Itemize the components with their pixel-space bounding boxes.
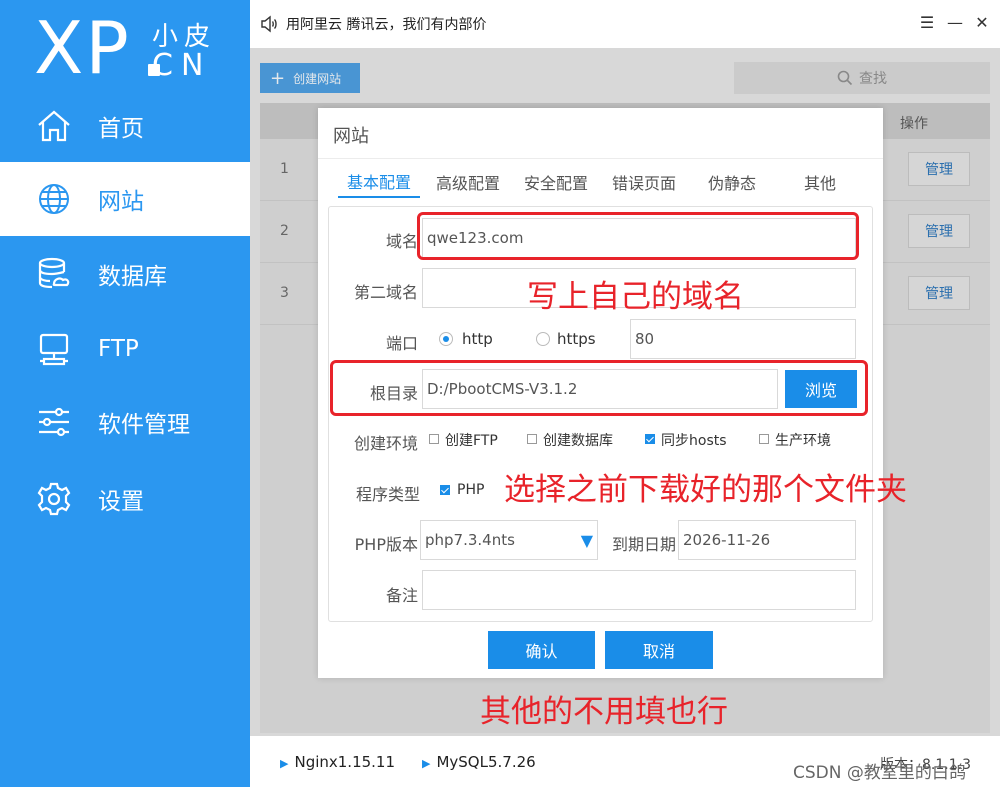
title-bar: 用阿里云 腾讯云，我们有内部价 ☰ — ✕ xyxy=(250,0,1000,48)
expire-date-input[interactable]: 2026-11-26 xyxy=(678,520,856,560)
manage-button[interactable]: 管理 xyxy=(908,276,970,310)
domain-highlight-box xyxy=(417,212,859,260)
sidebar-item-label: 设置 xyxy=(98,489,144,515)
tab-security-config[interactable]: 安全配置 xyxy=(514,166,598,198)
production-env-checkbox[interactable] xyxy=(759,434,769,444)
cancel-button[interactable]: 取消 xyxy=(605,631,713,669)
globe-icon xyxy=(39,184,69,214)
domain-label: 域名 xyxy=(385,232,418,251)
sidebar-item-label: FTP xyxy=(98,336,139,362)
sidebar-item-website[interactable]: 网站 xyxy=(0,162,250,236)
sidebar: XP 小皮 CN 首页 网站 数据库 FTP 软件管理 设置 xyxy=(0,0,250,787)
sync-hosts-checkbox[interactable] xyxy=(645,434,655,444)
https-radio[interactable] xyxy=(536,332,550,346)
sidebar-item-label: 首页 xyxy=(98,116,144,142)
create-website-button[interactable]: + 创建网站 xyxy=(260,63,360,93)
sidebar-item-label: 网站 xyxy=(98,189,144,215)
logo: XP 小皮 CN xyxy=(34,8,234,88)
tab-basic-config[interactable]: 基本配置 xyxy=(338,166,420,198)
row-number: 2 xyxy=(280,223,289,239)
sidebar-item-database[interactable]: 数据库 xyxy=(0,237,250,311)
php-checkbox[interactable] xyxy=(440,485,450,495)
port-label: 端口 xyxy=(385,334,418,353)
create-website-label: 创建网站 xyxy=(293,71,342,86)
ftp-server-icon xyxy=(39,333,69,366)
manage-button[interactable]: 管理 xyxy=(908,214,970,248)
tab-other[interactable]: 其他 xyxy=(778,166,862,198)
php-version-value: php7.3.4nts xyxy=(425,531,515,549)
home-icon xyxy=(38,110,70,142)
menu-button[interactable]: ☰ xyxy=(918,14,936,32)
promo-notice[interactable]: 用阿里云 腾讯云，我们有内部价 xyxy=(286,14,486,34)
tab-error-pages[interactable]: 错误页面 xyxy=(602,166,686,198)
domain-hint: 写上自己的域名 xyxy=(527,279,744,315)
search-icon xyxy=(837,70,853,86)
divider xyxy=(318,158,883,159)
create-ftp-label[interactable]: 创建FTP xyxy=(445,430,498,450)
create-ftp-checkbox[interactable] xyxy=(429,434,439,444)
database-icon xyxy=(38,257,70,289)
row-number: 3 xyxy=(280,285,289,301)
http-radio-label[interactable]: http xyxy=(462,330,493,348)
dialog-title: 网站 xyxy=(333,126,369,147)
sidebar-item-label: 软件管理 xyxy=(98,412,190,438)
create-database-checkbox[interactable] xyxy=(527,434,537,444)
create-env-label: 创建环境 xyxy=(353,434,418,453)
watermark: CSDN @教室里的白鸽 xyxy=(793,763,966,783)
nginx-status[interactable]: ▶ Nginx1.15.11 xyxy=(280,753,395,771)
play-icon: ▶ xyxy=(280,757,289,770)
dropdown-arrow-icon: ▼ xyxy=(580,531,593,550)
mysql-label: MySQL5.7.26 xyxy=(436,753,536,771)
row-number: 1 xyxy=(280,161,289,177)
tab-advanced-config[interactable]: 高级配置 xyxy=(426,166,510,198)
confirm-button[interactable]: 确认 xyxy=(488,631,595,669)
sidebar-item-home[interactable]: 首页 xyxy=(0,89,250,163)
column-header-actions: 操作 xyxy=(900,116,928,132)
search-button[interactable]: 查找 xyxy=(734,62,990,94)
root-dir-highlight-box xyxy=(330,360,868,416)
https-radio-label[interactable]: https xyxy=(557,330,596,348)
search-label: 查找 xyxy=(859,71,887,87)
plus-icon: + xyxy=(270,67,286,89)
manage-button[interactable]: 管理 xyxy=(908,152,970,186)
sliders-icon xyxy=(39,407,69,437)
logo-xp: XP xyxy=(34,6,131,90)
gear-icon xyxy=(37,482,71,516)
others-hint: 其他的不用填也行 xyxy=(480,694,728,730)
folder-hint: 选择之前下载好的那个文件夹 xyxy=(504,472,907,508)
note-label: 备注 xyxy=(385,586,418,605)
minimize-button[interactable]: — xyxy=(946,14,964,32)
play-icon: ▶ xyxy=(422,757,431,770)
sidebar-item-label: 数据库 xyxy=(98,264,167,290)
sync-hosts-label[interactable]: 同步hosts xyxy=(661,430,727,450)
php-version-label: PHP版本 xyxy=(354,535,418,554)
create-database-label[interactable]: 创建数据库 xyxy=(543,430,613,450)
note-input[interactable] xyxy=(422,570,856,610)
sidebar-item-ftp[interactable]: FTP xyxy=(0,312,250,386)
sidebar-item-software[interactable]: 软件管理 xyxy=(0,385,250,459)
sidebar-item-settings[interactable]: 设置 xyxy=(0,462,250,536)
second-domain-label: 第二域名 xyxy=(353,283,418,302)
php-version-select[interactable]: php7.3.4nts ▼ xyxy=(420,520,598,560)
expire-date-label: 到期日期 xyxy=(611,535,676,554)
tab-rewrite[interactable]: 伪静态 xyxy=(690,166,774,198)
logo-cn-bottom: CN xyxy=(152,48,212,83)
port-input[interactable]: 80 xyxy=(630,319,856,359)
production-env-label[interactable]: 生产环境 xyxy=(775,430,831,450)
speaker-icon xyxy=(261,15,277,33)
php-option-label[interactable]: PHP xyxy=(457,482,484,498)
close-button[interactable]: ✕ xyxy=(973,14,991,32)
mysql-status[interactable]: ▶ MySQL5.7.26 xyxy=(422,753,536,771)
nginx-label: Nginx1.15.11 xyxy=(294,753,396,771)
http-radio[interactable] xyxy=(439,332,453,346)
program-type-label: 程序类型 xyxy=(355,485,420,504)
